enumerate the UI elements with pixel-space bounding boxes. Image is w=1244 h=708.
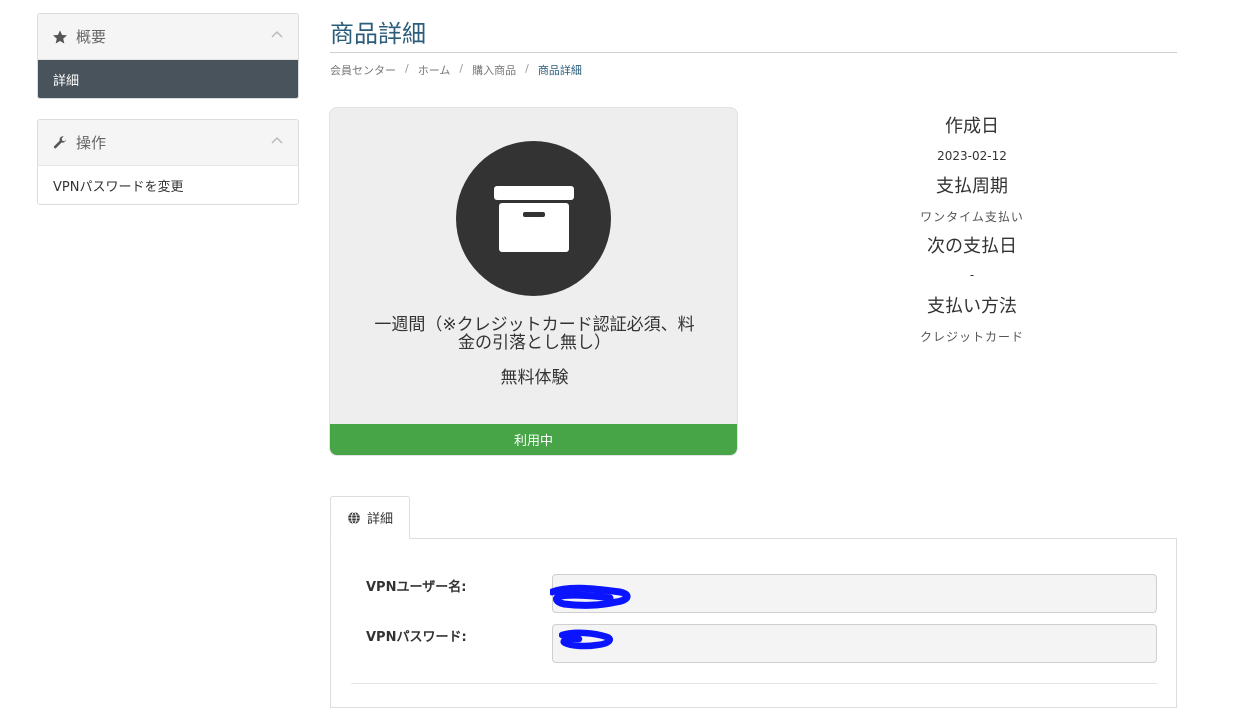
next-payment-value: -: [969, 268, 975, 282]
pane-divider: [351, 683, 1157, 684]
breadcrumb-current: 商品詳細: [537, 64, 582, 77]
vpn-username-label: VPNユーザー名:: [366, 580, 467, 595]
tab-details[interactable]: 詳細: [330, 496, 410, 539]
panel-header-actions[interactable]: 操作: [38, 120, 298, 166]
breadcrumb-home[interactable]: ホーム: [418, 62, 451, 78]
sidebar-panel-overview: 概要 詳細: [37, 13, 299, 99]
sidebar-item-change-vpn-password[interactable]: VPNパスワードを変更: [38, 166, 298, 204]
details-pane: VPNユーザー名: VPNパスワード:: [330, 538, 1177, 708]
next-payment-label: 次の支払日: [927, 236, 1017, 257]
globe-icon: [348, 511, 360, 524]
redaction-scribble: [550, 584, 631, 609]
product-name: 一週間（※クレジットカード認証必須、料 金の引落とし無し）: [374, 315, 695, 353]
product-card: 一週間（※クレジットカード認証必須、料 金の引落とし無し） 無料体験 利用中: [329, 107, 738, 456]
product-plan-type: 無料体験: [500, 368, 569, 388]
payment-method-label: 支払い方法: [927, 296, 1017, 317]
archive-box-icon: [456, 141, 611, 296]
vpn-username-field[interactable]: [552, 574, 1157, 613]
created-date-label: 作成日: [945, 116, 999, 137]
panel-title: 操作: [76, 134, 107, 152]
breadcrumb-separator: /: [459, 62, 464, 75]
star-icon: [52, 29, 68, 45]
tab-label: 詳細: [366, 512, 393, 527]
panel-title: 概要: [76, 28, 107, 46]
sidebar-panel-actions: 操作 VPNパスワードを変更: [37, 119, 299, 205]
vpn-password-label: VPNパスワード:: [366, 630, 467, 645]
title-divider: [330, 52, 1177, 53]
breadcrumb-purchased-products[interactable]: 購入商品: [472, 62, 516, 78]
status-badge: 利用中: [330, 424, 737, 455]
chevron-up-icon[interactable]: [270, 28, 284, 42]
panel-header-overview[interactable]: 概要: [38, 14, 298, 60]
billing-cycle-value: ワンタイム支払い: [920, 210, 1024, 224]
billing-cycle-label: 支払周期: [936, 176, 1008, 197]
wrench-icon: [52, 135, 68, 151]
breadcrumb-separator: /: [525, 62, 529, 75]
vpn-password-field[interactable]: [552, 624, 1157, 663]
sidebar-item-details[interactable]: 詳細: [38, 60, 298, 98]
page-title: 商品詳細: [330, 20, 426, 48]
breadcrumb-separator: /: [405, 62, 409, 75]
breadcrumb-member-center[interactable]: 会員センター: [330, 62, 396, 78]
payment-method-value: クレジットカード: [919, 330, 1024, 344]
created-date-value: 2023-02-12: [937, 149, 1007, 163]
breadcrumb: 会員センター / ホーム / 購入商品 / 商品詳細: [330, 62, 582, 78]
redaction-scribble: [559, 629, 613, 650]
chevron-up-icon[interactable]: [270, 134, 284, 148]
